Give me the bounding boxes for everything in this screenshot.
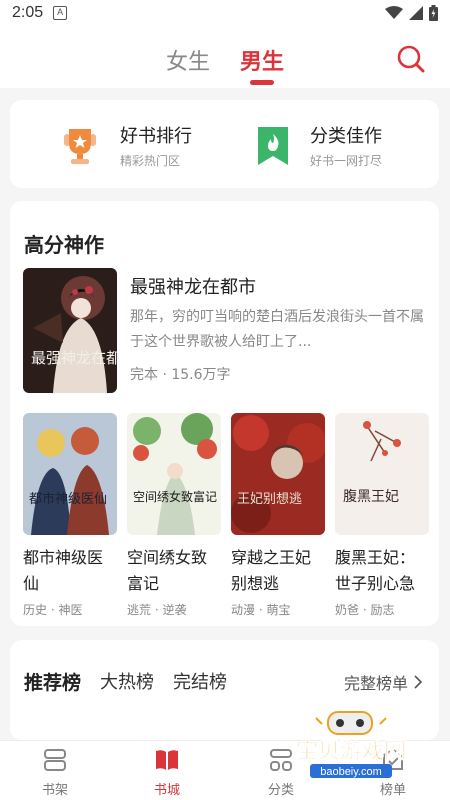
- featured-book-title[interactable]: 最强神龙在都市: [130, 273, 256, 299]
- active-tab-indicator: [250, 80, 274, 85]
- tab-female[interactable]: 女生: [166, 44, 210, 76]
- featured-book-description: 那年，穷的叮当响的楚白酒后发浪街头一首不属于这个世界歌被人给盯上了...: [130, 309, 424, 350]
- quick-entry-card: 好书排行 精彩热门区 分类佳作 好书一网打尽: [10, 100, 439, 188]
- status-time: 2:05: [12, 4, 44, 21]
- nav-bookstore[interactable]: 书城: [132, 747, 202, 798]
- nav-category-label: 分类: [267, 783, 294, 798]
- full-ranking-label: 完整榜单: [343, 674, 408, 693]
- book-cover: 都市神级医仙: [23, 413, 117, 535]
- tab-hot-rank[interactable]: 大热榜: [100, 668, 154, 694]
- book-item[interactable]: 空间绣女致富记 空间绣女致富记 逃荒 · 逆袭: [127, 413, 221, 618]
- featured-book-cover[interactable]: 最强神龙在都市: [23, 268, 117, 393]
- book-title: 都市神级医仙: [23, 548, 104, 593]
- watermark-text: 宝贝游戏网: [296, 738, 406, 764]
- book-title: 空间绣女致富记: [127, 548, 208, 593]
- status-indicators: [385, 5, 438, 21]
- bookshelf-icon: [44, 749, 66, 771]
- search-icon[interactable]: [396, 44, 426, 74]
- book-tags: 逃荒 · 逆袭: [127, 603, 187, 617]
- watermark-url: baobeiy.com: [320, 766, 382, 778]
- good-books-rank-entry[interactable]: 好书排行 精彩热门区: [60, 122, 192, 169]
- book-cover-text: 王妃别想逃: [237, 491, 302, 507]
- book-title: 穿越之王妃别想逃: [231, 548, 312, 593]
- featured-cover-text: 最强神龙在都市: [31, 349, 117, 367]
- category-entry-title: 分类佳作: [310, 126, 382, 147]
- book-tags: 动漫 · 萌宝: [231, 603, 291, 617]
- featured-book-meta: 完本 · 15.6万字: [130, 367, 231, 383]
- chevron-right-icon: [414, 675, 423, 689]
- battery-icon: [429, 5, 438, 21]
- book-tags: 历史 · 神医: [23, 603, 83, 617]
- site-watermark: 宝贝游戏网 baobeiy.com: [296, 711, 406, 778]
- full-ranking-link[interactable]: 完整榜单: [344, 670, 423, 694]
- notification-icon: A: [53, 6, 68, 20]
- rank-entry-title: 好书排行: [120, 126, 192, 147]
- status-bar: 2:05 A: [0, 0, 450, 26]
- nav-bookshelf-label: 书架: [41, 783, 68, 798]
- rank-entry-subtitle: 精彩热门区: [120, 154, 181, 168]
- trophy-icon: [64, 128, 96, 164]
- nav-bookshelf[interactable]: 书架: [20, 747, 90, 798]
- top-nav: 女生 男生: [0, 26, 450, 88]
- tab-recommend-rank[interactable]: 推荐榜: [24, 668, 81, 695]
- book-title: 腹黑王妃：世子别心急: [335, 548, 416, 593]
- book-cover: 腹黑王妃: [335, 413, 429, 535]
- high-score-section: 高分神作 最强神龙在都市 最强神龙在都市 那年，穷的叮当响的楚白酒后发浪街头一首…: [10, 201, 439, 626]
- book-item[interactable]: 都市神级医仙 都市神级医仙 历史 · 神医: [23, 413, 117, 618]
- tab-male[interactable]: 男生: [240, 44, 284, 76]
- book-cover-text: 都市神级医仙: [29, 491, 107, 507]
- book-open-icon: [156, 750, 178, 770]
- wifi-icon: [385, 6, 403, 19]
- section-title: 高分神作: [24, 233, 104, 257]
- category-entry[interactable]: 分类佳作 好书一网打尽: [256, 122, 382, 169]
- book-tags: 奶爸 · 励志: [335, 603, 395, 617]
- bookmark-flame-icon: [258, 126, 288, 165]
- category-entry-subtitle: 好书一网打尽: [310, 154, 383, 168]
- tab-finished-rank[interactable]: 完结榜: [173, 668, 227, 694]
- book-cover-text: 腹黑王妃: [343, 488, 399, 505]
- nav-ranking-label: 榜单: [379, 783, 406, 798]
- signal-icon: [409, 6, 423, 20]
- book-item[interactable]: 腹黑王妃 腹黑王妃：世子别心急 奶爸 · 励志: [335, 413, 429, 618]
- book-cover: 空间绣女致富记: [127, 413, 221, 535]
- nav-bookstore-label: 书城: [153, 783, 180, 798]
- book-item[interactable]: 王妃别想逃 穿越之王妃别想逃 动漫 · 萌宝: [231, 413, 327, 618]
- book-cover: 王妃别想逃: [231, 413, 327, 535]
- book-cover-text: 空间绣女致富记: [133, 489, 217, 504]
